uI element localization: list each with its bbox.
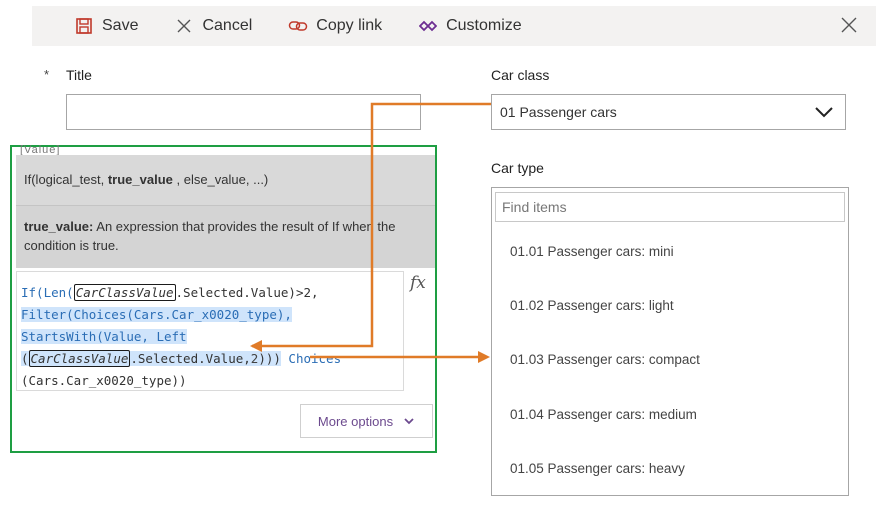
customize-icon [418, 16, 438, 36]
chevron-down-icon [404, 418, 414, 425]
code-open-paren: ( [21, 351, 29, 366]
car-class-selected-value: 01 Passenger cars [500, 104, 617, 120]
car-class-dropdown[interactable]: 01 Passenger cars [491, 94, 846, 130]
car-type-option[interactable]: 01.04 Passenger cars: medium [510, 407, 697, 422]
close-panel-button[interactable] [840, 16, 860, 36]
code-selected-2: .Selected.Value, [130, 351, 251, 366]
link-icon [288, 16, 308, 36]
chevron-down-icon [815, 107, 833, 118]
parameter-description: true_value: An expression that provides … [16, 205, 435, 268]
more-options-label: More options [317, 413, 394, 429]
code-startswith: StartsWith(Value, Left [21, 329, 187, 344]
title-input[interactable] [66, 94, 421, 130]
signature-suffix: , else_value, ...) [172, 172, 269, 187]
cancel-button[interactable]: Cancel [174, 16, 252, 36]
close-icon [841, 17, 857, 33]
car-type-option[interactable]: 01.05 Passenger cars: heavy [510, 461, 685, 476]
code-selected-1: .Selected.Value)>2, [175, 285, 319, 300]
param-name: true_value: [24, 219, 94, 234]
customize-button[interactable]: Customize [418, 16, 522, 36]
required-indicator: * [44, 67, 50, 82]
code-if-len: If(Len( [21, 285, 74, 300]
function-signature-tooltip: If(logical_test, true_value , else_value… [16, 155, 435, 205]
code-choices: Choices [280, 351, 342, 366]
signature-active-param: true_value [107, 172, 173, 187]
code-filter: Filter(Choices(Cars.Car_x0020_type), [21, 307, 292, 322]
control-ref: CarClassValue [28, 350, 131, 367]
car-type-listbox: 01.01 Passenger cars: mini 01.02 Passeng… [491, 187, 849, 496]
save-label: Save [102, 17, 139, 34]
car-type-option[interactable]: 01.01 Passenger cars: mini [510, 244, 674, 259]
car-type-option[interactable]: 01.02 Passenger cars: light [510, 298, 674, 313]
customize-label: Customize [446, 17, 522, 34]
arrow-head-right [478, 351, 490, 363]
car-type-option[interactable]: 01.03 Passenger cars: compact [510, 352, 700, 367]
find-items-input[interactable] [495, 192, 845, 222]
command-bar: Save Cancel Copy link Customize [32, 6, 876, 46]
save-button[interactable]: Save [74, 16, 138, 36]
code-last-line: (Cars.Car_x0020_type)) [21, 373, 187, 388]
close-x-icon [174, 16, 194, 36]
more-options-button[interactable]: More options [300, 404, 433, 438]
code-close-parens: ))) [258, 351, 281, 366]
signature-prefix: If(logical_test, [24, 172, 108, 187]
formula-editor[interactable]: If(Len(CarClassValue .Selected.Value)>2, … [16, 271, 404, 391]
cancel-label: Cancel [202, 17, 253, 34]
car-type-label: Car type [491, 160, 544, 176]
title-label: Title [66, 67, 92, 83]
formula-bar-panel: [Value] If(logical_test, true_value , el… [10, 144, 437, 453]
formula-code: If(Len(CarClassValue .Selected.Value)>2, … [21, 282, 341, 392]
fx-icon: fx [410, 273, 426, 293]
copy-link-label: Copy link [316, 17, 383, 34]
copy-link-button[interactable]: Copy link [288, 16, 382, 36]
save-icon [74, 16, 94, 36]
control-ref: CarClassValue [73, 284, 176, 301]
car-class-label: Car class [491, 67, 550, 83]
